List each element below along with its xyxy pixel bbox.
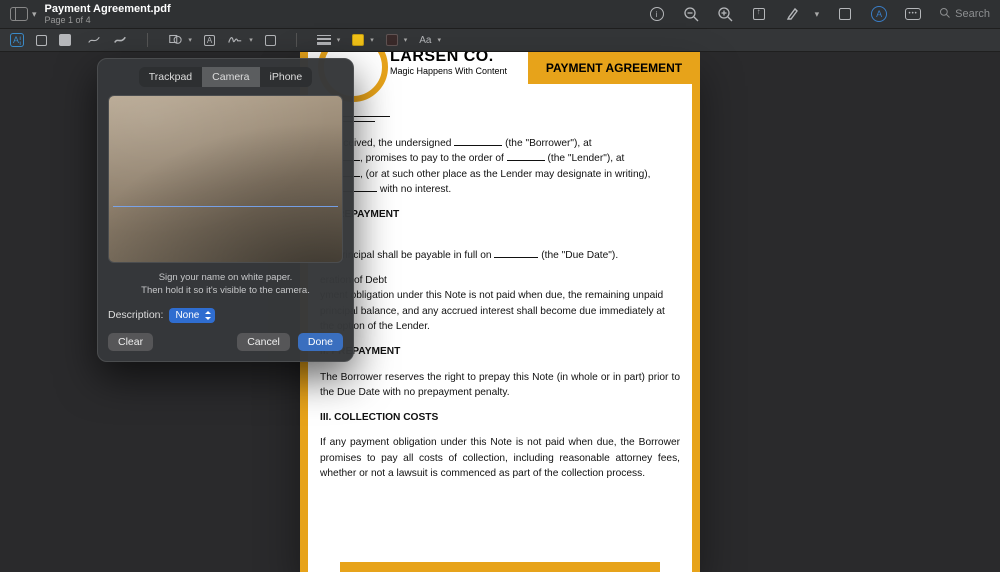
- info-icon[interactable]: i: [649, 6, 665, 22]
- note-tool[interactable]: [265, 35, 276, 46]
- signature-baseline: [113, 206, 338, 207]
- sign-tool[interactable]: [227, 32, 243, 49]
- company-tagline: Magic Happens With Content: [390, 66, 507, 76]
- description-label: Description:: [108, 309, 163, 321]
- text-tool[interactable]: A: [204, 35, 215, 46]
- camera-preview: [108, 95, 343, 263]
- highlight-menu-chevron[interactable]: ▾: [815, 9, 820, 20]
- search-icon: [939, 7, 951, 22]
- text-selection-tool[interactable]: A¦: [10, 33, 24, 47]
- stroke-color-swatch[interactable]: [352, 34, 364, 46]
- camera-hint: Sign your name on white paper. Then hold…: [108, 271, 343, 298]
- markup-toggle-icon[interactable]: A: [871, 6, 887, 22]
- sketch-tool[interactable]: [87, 32, 101, 49]
- window-title-bar: ▾ Payment Agreement.pdf Page 1 of 4 i ↑ …: [0, 0, 1000, 28]
- line-style-chevron[interactable]: ▾: [337, 36, 341, 44]
- zoom-out-icon[interactable]: [683, 6, 699, 22]
- tab-iphone[interactable]: iPhone: [260, 67, 313, 87]
- company-name: LARSEN CO.: [390, 52, 507, 66]
- signature-popover: Trackpad Camera iPhone Sign your name on…: [97, 58, 354, 362]
- rotate-icon[interactable]: [837, 6, 853, 22]
- cancel-button[interactable]: Cancel: [237, 333, 290, 351]
- shapes-menu-chevron[interactable]: ▾: [188, 36, 192, 44]
- search-field[interactable]: Search: [939, 7, 990, 22]
- tab-camera[interactable]: Camera: [202, 67, 259, 87]
- fill-color-swatch[interactable]: [386, 34, 398, 46]
- stroke-color-chevron[interactable]: ▾: [370, 36, 374, 44]
- zoom-in-icon[interactable]: [717, 6, 733, 22]
- rectangle-selection-tool[interactable]: [36, 35, 47, 46]
- description-select[interactable]: None: [169, 308, 215, 323]
- doc-footer-bar: [340, 562, 660, 572]
- sign-menu-chevron[interactable]: ▾: [249, 36, 253, 44]
- done-button[interactable]: Done: [298, 333, 343, 351]
- form-fields-icon[interactable]: •••: [905, 6, 921, 22]
- redact-tool[interactable]: [59, 34, 71, 46]
- line-style-tool[interactable]: [317, 33, 331, 47]
- signature-source-tabs: Trackpad Camera iPhone: [139, 67, 312, 87]
- draw-tool[interactable]: [113, 32, 127, 49]
- share-icon[interactable]: ↑: [751, 6, 767, 22]
- highlight-icon[interactable]: [785, 6, 801, 22]
- shapes-tool[interactable]: [168, 32, 182, 49]
- pdf-page: PAYMENT AGREEMENT LARSEN CO. Magic Happe…: [300, 52, 700, 572]
- clear-button[interactable]: Clear: [108, 333, 153, 351]
- document-title: Payment Agreement.pdf: [45, 3, 171, 15]
- sidebar-menu-chevron[interactable]: ▾: [32, 9, 37, 20]
- page-indicator: Page 1 of 4: [45, 15, 171, 25]
- markup-toolbar: A¦ ▾ A ▾ ▾ ▾ ▾ Aa ▾: [0, 28, 1000, 52]
- document-body: ue received, the undersigned (the "Borro…: [320, 112, 680, 491]
- tab-trackpad[interactable]: Trackpad: [139, 67, 202, 87]
- text-style-tool[interactable]: Aa: [419, 35, 431, 46]
- sidebar-toggle-button[interactable]: [10, 7, 28, 21]
- text-style-chevron[interactable]: ▾: [438, 36, 442, 44]
- search-placeholder: Search: [955, 8, 990, 20]
- fill-color-chevron[interactable]: ▾: [404, 36, 408, 44]
